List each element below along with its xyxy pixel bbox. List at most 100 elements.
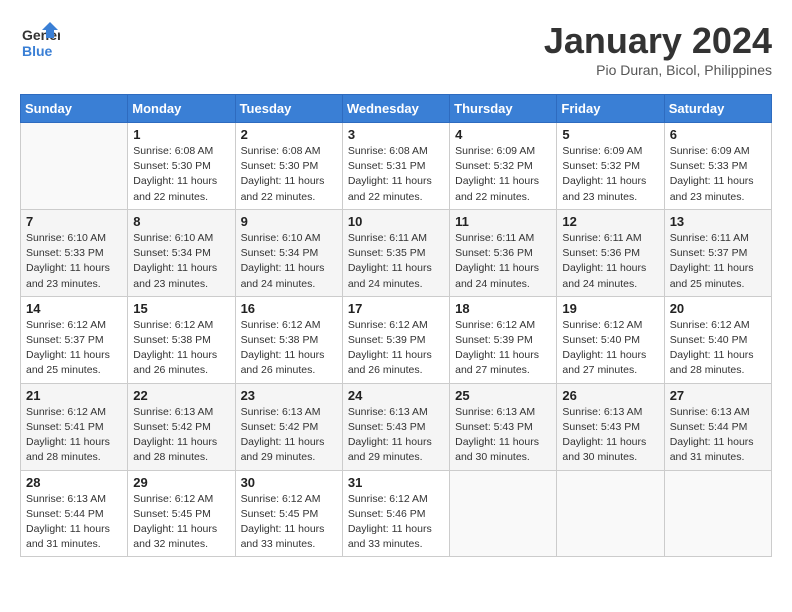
day-info: Sunrise: 6:13 AM Sunset: 5:44 PM Dayligh… xyxy=(670,405,766,466)
calendar-subtitle: Pio Duran, Bicol, Philippines xyxy=(544,62,772,78)
day-number: 22 xyxy=(133,388,229,403)
title-block: January 2024 Pio Duran, Bicol, Philippin… xyxy=(544,20,772,78)
calendar-cell xyxy=(450,470,557,557)
logo: General Blue xyxy=(20,20,60,64)
calendar-week-row: 1 Sunrise: 6:08 AM Sunset: 5:30 PM Daylig… xyxy=(21,123,772,210)
day-number: 30 xyxy=(241,475,337,490)
calendar-cell: 10 Sunrise: 6:11 AM Sunset: 5:35 PM Dayli… xyxy=(342,209,449,296)
day-number: 13 xyxy=(670,214,766,229)
calendar-cell: 31Sunrise: 6:12 AM Sunset: 5:46 PM Dayli… xyxy=(342,470,449,557)
day-number: 6 xyxy=(670,127,766,142)
day-info: Sunrise: 6:12 AM Sunset: 5:38 PM Dayligh… xyxy=(133,318,229,379)
calendar-cell: 1 Sunrise: 6:08 AM Sunset: 5:30 PM Daylig… xyxy=(128,123,235,210)
day-number: 21 xyxy=(26,388,122,403)
day-info: Sunrise: 6:12 AM Sunset: 5:39 PM Dayligh… xyxy=(455,318,551,379)
calendar-cell: 24 Sunrise: 6:13 AM Sunset: 5:43 PM Dayli… xyxy=(342,383,449,470)
day-info: Sunrise: 6:10 AM Sunset: 5:33 PM Dayligh… xyxy=(26,231,122,292)
calendar-cell: 17 Sunrise: 6:12 AM Sunset: 5:39 PM Dayli… xyxy=(342,296,449,383)
day-number: 9 xyxy=(241,214,337,229)
day-number: 15 xyxy=(133,301,229,316)
day-info: Sunrise: 6:12 AM Sunset: 5:39 PM Dayligh… xyxy=(348,318,444,379)
day-info: Sunrise: 6:13 AM Sunset: 5:42 PM Dayligh… xyxy=(241,405,337,466)
day-info: Sunrise: 6:09 AM Sunset: 5:32 PM Dayligh… xyxy=(562,144,658,205)
calendar-header-row: SundayMondayTuesdayWednesdayThursdayFrid… xyxy=(21,95,772,123)
calendar-cell: 4 Sunrise: 6:09 AM Sunset: 5:32 PM Daylig… xyxy=(450,123,557,210)
day-info: Sunrise: 6:12 AM Sunset: 5:41 PM Dayligh… xyxy=(26,405,122,466)
day-info: Sunrise: 6:11 AM Sunset: 5:35 PM Dayligh… xyxy=(348,231,444,292)
day-number: 24 xyxy=(348,388,444,403)
calendar-cell: 19Sunrise: 6:12 AM Sunset: 5:40 PM Dayli… xyxy=(557,296,664,383)
day-number: 28 xyxy=(26,475,122,490)
calendar-week-row: 21 Sunrise: 6:12 AM Sunset: 5:41 PM Dayli… xyxy=(21,383,772,470)
calendar-cell: 3Sunrise: 6:08 AM Sunset: 5:31 PM Daylig… xyxy=(342,123,449,210)
day-number: 3 xyxy=(348,127,444,142)
calendar-cell: 18 Sunrise: 6:12 AM Sunset: 5:39 PM Dayli… xyxy=(450,296,557,383)
calendar-cell: 9 Sunrise: 6:10 AM Sunset: 5:34 PM Daylig… xyxy=(235,209,342,296)
calendar-cell: 25Sunrise: 6:13 AM Sunset: 5:43 PM Dayli… xyxy=(450,383,557,470)
calendar-cell xyxy=(557,470,664,557)
day-info: Sunrise: 6:10 AM Sunset: 5:34 PM Dayligh… xyxy=(241,231,337,292)
day-number: 1 xyxy=(133,127,229,142)
calendar-cell: 2 Sunrise: 6:08 AM Sunset: 5:30 PM Daylig… xyxy=(235,123,342,210)
day-info: Sunrise: 6:11 AM Sunset: 5:37 PM Dayligh… xyxy=(670,231,766,292)
calendar-cell: 11 Sunrise: 6:11 AM Sunset: 5:36 PM Dayli… xyxy=(450,209,557,296)
day-number: 26 xyxy=(562,388,658,403)
svg-text:Blue: Blue xyxy=(22,43,53,59)
day-of-week-header: Friday xyxy=(557,95,664,123)
calendar-cell: 5 Sunrise: 6:09 AM Sunset: 5:32 PM Daylig… xyxy=(557,123,664,210)
day-info: Sunrise: 6:10 AM Sunset: 5:34 PM Dayligh… xyxy=(133,231,229,292)
day-of-week-header: Tuesday xyxy=(235,95,342,123)
calendar-cell: 20 Sunrise: 6:12 AM Sunset: 5:40 PM Dayli… xyxy=(664,296,771,383)
day-number: 18 xyxy=(455,301,551,316)
day-info: Sunrise: 6:08 AM Sunset: 5:30 PM Dayligh… xyxy=(241,144,337,205)
day-number: 2 xyxy=(241,127,337,142)
day-number: 4 xyxy=(455,127,551,142)
page-header: General Blue January 2024 Pio Duran, Bic… xyxy=(20,20,772,78)
day-number: 12 xyxy=(562,214,658,229)
day-number: 20 xyxy=(670,301,766,316)
day-info: Sunrise: 6:11 AM Sunset: 5:36 PM Dayligh… xyxy=(562,231,658,292)
day-info: Sunrise: 6:11 AM Sunset: 5:36 PM Dayligh… xyxy=(455,231,551,292)
day-number: 5 xyxy=(562,127,658,142)
calendar-cell: 7 Sunrise: 6:10 AM Sunset: 5:33 PM Daylig… xyxy=(21,209,128,296)
calendar-cell: 26 Sunrise: 6:13 AM Sunset: 5:43 PM Dayli… xyxy=(557,383,664,470)
day-number: 27 xyxy=(670,388,766,403)
calendar-week-row: 7 Sunrise: 6:10 AM Sunset: 5:33 PM Daylig… xyxy=(21,209,772,296)
day-info: Sunrise: 6:09 AM Sunset: 5:33 PM Dayligh… xyxy=(670,144,766,205)
calendar-cell xyxy=(21,123,128,210)
calendar-title: January 2024 xyxy=(544,20,772,62)
day-info: Sunrise: 6:12 AM Sunset: 5:45 PM Dayligh… xyxy=(133,492,229,553)
calendar-body: 1 Sunrise: 6:08 AM Sunset: 5:30 PM Daylig… xyxy=(21,123,772,557)
calendar-cell: 13 Sunrise: 6:11 AM Sunset: 5:37 PM Dayli… xyxy=(664,209,771,296)
day-number: 16 xyxy=(241,301,337,316)
day-info: Sunrise: 6:13 AM Sunset: 5:43 PM Dayligh… xyxy=(562,405,658,466)
day-number: 11 xyxy=(455,214,551,229)
day-info: Sunrise: 6:12 AM Sunset: 5:40 PM Dayligh… xyxy=(670,318,766,379)
day-info: Sunrise: 6:12 AM Sunset: 5:45 PM Dayligh… xyxy=(241,492,337,553)
day-info: Sunrise: 6:12 AM Sunset: 5:38 PM Dayligh… xyxy=(241,318,337,379)
calendar-cell: 27 Sunrise: 6:13 AM Sunset: 5:44 PM Dayli… xyxy=(664,383,771,470)
day-of-week-header: Thursday xyxy=(450,95,557,123)
day-number: 19 xyxy=(562,301,658,316)
calendar-cell: 6 Sunrise: 6:09 AM Sunset: 5:33 PM Daylig… xyxy=(664,123,771,210)
day-number: 10 xyxy=(348,214,444,229)
day-number: 23 xyxy=(241,388,337,403)
calendar-cell: 22 Sunrise: 6:13 AM Sunset: 5:42 PM Dayli… xyxy=(128,383,235,470)
calendar-week-row: 28Sunrise: 6:13 AM Sunset: 5:44 PM Dayli… xyxy=(21,470,772,557)
calendar-week-row: 14Sunrise: 6:12 AM Sunset: 5:37 PM Dayli… xyxy=(21,296,772,383)
calendar-cell: 12 Sunrise: 6:11 AM Sunset: 5:36 PM Dayli… xyxy=(557,209,664,296)
day-of-week-header: Wednesday xyxy=(342,95,449,123)
calendar-cell: 21 Sunrise: 6:12 AM Sunset: 5:41 PM Dayli… xyxy=(21,383,128,470)
day-info: Sunrise: 6:13 AM Sunset: 5:43 PM Dayligh… xyxy=(455,405,551,466)
day-info: Sunrise: 6:09 AM Sunset: 5:32 PM Dayligh… xyxy=(455,144,551,205)
day-info: Sunrise: 6:13 AM Sunset: 5:43 PM Dayligh… xyxy=(348,405,444,466)
day-info: Sunrise: 6:13 AM Sunset: 5:42 PM Dayligh… xyxy=(133,405,229,466)
calendar-cell: 8Sunrise: 6:10 AM Sunset: 5:34 PM Daylig… xyxy=(128,209,235,296)
day-info: Sunrise: 6:12 AM Sunset: 5:37 PM Dayligh… xyxy=(26,318,122,379)
day-of-week-header: Saturday xyxy=(664,95,771,123)
calendar-cell: 29 Sunrise: 6:12 AM Sunset: 5:45 PM Dayli… xyxy=(128,470,235,557)
day-number: 29 xyxy=(133,475,229,490)
day-info: Sunrise: 6:08 AM Sunset: 5:30 PM Dayligh… xyxy=(133,144,229,205)
day-number: 7 xyxy=(26,214,122,229)
day-number: 17 xyxy=(348,301,444,316)
